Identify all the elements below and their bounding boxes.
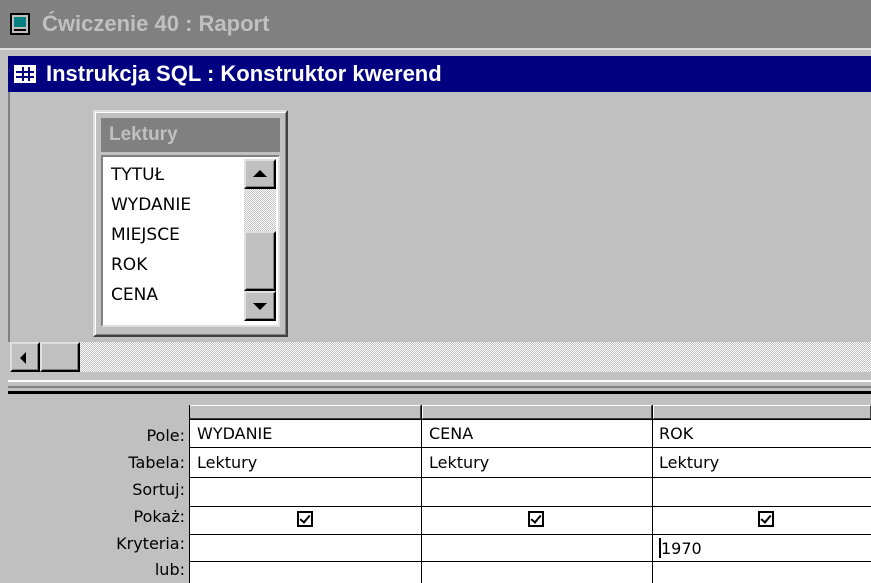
row-label-table: Tabela:: [128, 453, 185, 472]
criteria-input[interactable]: 1970: [661, 539, 702, 558]
form-icon: [10, 13, 30, 35]
field-list-vertical-scrollbar[interactable]: [244, 159, 276, 321]
row-label-field: Pole:: [146, 426, 185, 445]
row-label-or: lub:: [154, 560, 185, 579]
show-checkbox[interactable]: [528, 511, 544, 527]
scroll-up-button[interactable]: [244, 159, 276, 189]
text-caret: [659, 538, 661, 558]
grid-line: [189, 506, 871, 507]
grid-line: [189, 405, 190, 583]
column-selector[interactable]: [189, 405, 421, 419]
grid-line: [421, 405, 422, 583]
scroll-left-button[interactable]: [10, 342, 40, 372]
field-item[interactable]: TYTUŁ: [111, 165, 164, 185]
datasheet-grid-icon: [14, 65, 36, 83]
field-item[interactable]: CENA: [111, 285, 158, 305]
field-item[interactable]: MIEJSCE: [111, 225, 180, 245]
horizontal-scroll-thumb[interactable]: [40, 342, 80, 372]
field-cell[interactable]: ROK: [659, 424, 693, 443]
grid-line: [189, 477, 871, 478]
row-label-sort: Sortuj:: [132, 480, 185, 499]
outer-window-titlebar[interactable]: Ćwiczenie 40 : Raport: [0, 0, 871, 48]
outer-window-title: Ćwiczenie 40 : Raport: [42, 11, 270, 36]
grid-line: [652, 405, 653, 583]
field-item[interactable]: WYDANIE: [111, 195, 191, 215]
arrow-up-icon: [253, 170, 267, 177]
field-cell[interactable]: WYDANIE: [197, 424, 272, 443]
pane-splitter[interactable]: [8, 380, 871, 394]
arrow-left-icon: [20, 352, 26, 364]
arrow-down-icon: [253, 303, 267, 310]
scroll-thumb[interactable]: [244, 231, 276, 291]
row-label-criteria: Kryteria:: [116, 534, 185, 553]
field-cell[interactable]: CENA: [429, 424, 473, 443]
table-cell[interactable]: Lektury: [659, 453, 719, 472]
column-selector[interactable]: [422, 405, 652, 419]
query-window-titlebar[interactable]: Instrukcja SQL : Konstruktor kwerend: [8, 56, 871, 92]
table-field-list-title[interactable]: Lektury: [101, 118, 280, 152]
grid-line: [189, 447, 871, 448]
column-selector[interactable]: [653, 405, 871, 419]
grid-line: [189, 419, 871, 420]
scroll-down-button[interactable]: [244, 291, 276, 321]
row-label-show: Pokaż:: [133, 507, 185, 526]
field-item[interactable]: ROK: [111, 255, 147, 275]
show-checkbox[interactable]: [297, 511, 313, 527]
grid-line: [189, 561, 871, 562]
table-pane-horizontal-scrollbar[interactable]: [10, 342, 871, 372]
qbe-grid[interactable]: WYDANIE Lektury CENA Lektury ROK Lektury…: [189, 405, 871, 583]
grid-line: [189, 534, 871, 535]
query-window-title: Instrukcja SQL : Konstruktor kwerend: [46, 61, 442, 86]
table-cell[interactable]: Lektury: [429, 453, 489, 472]
table-cell[interactable]: Lektury: [197, 453, 257, 472]
show-checkbox[interactable]: [758, 511, 774, 527]
